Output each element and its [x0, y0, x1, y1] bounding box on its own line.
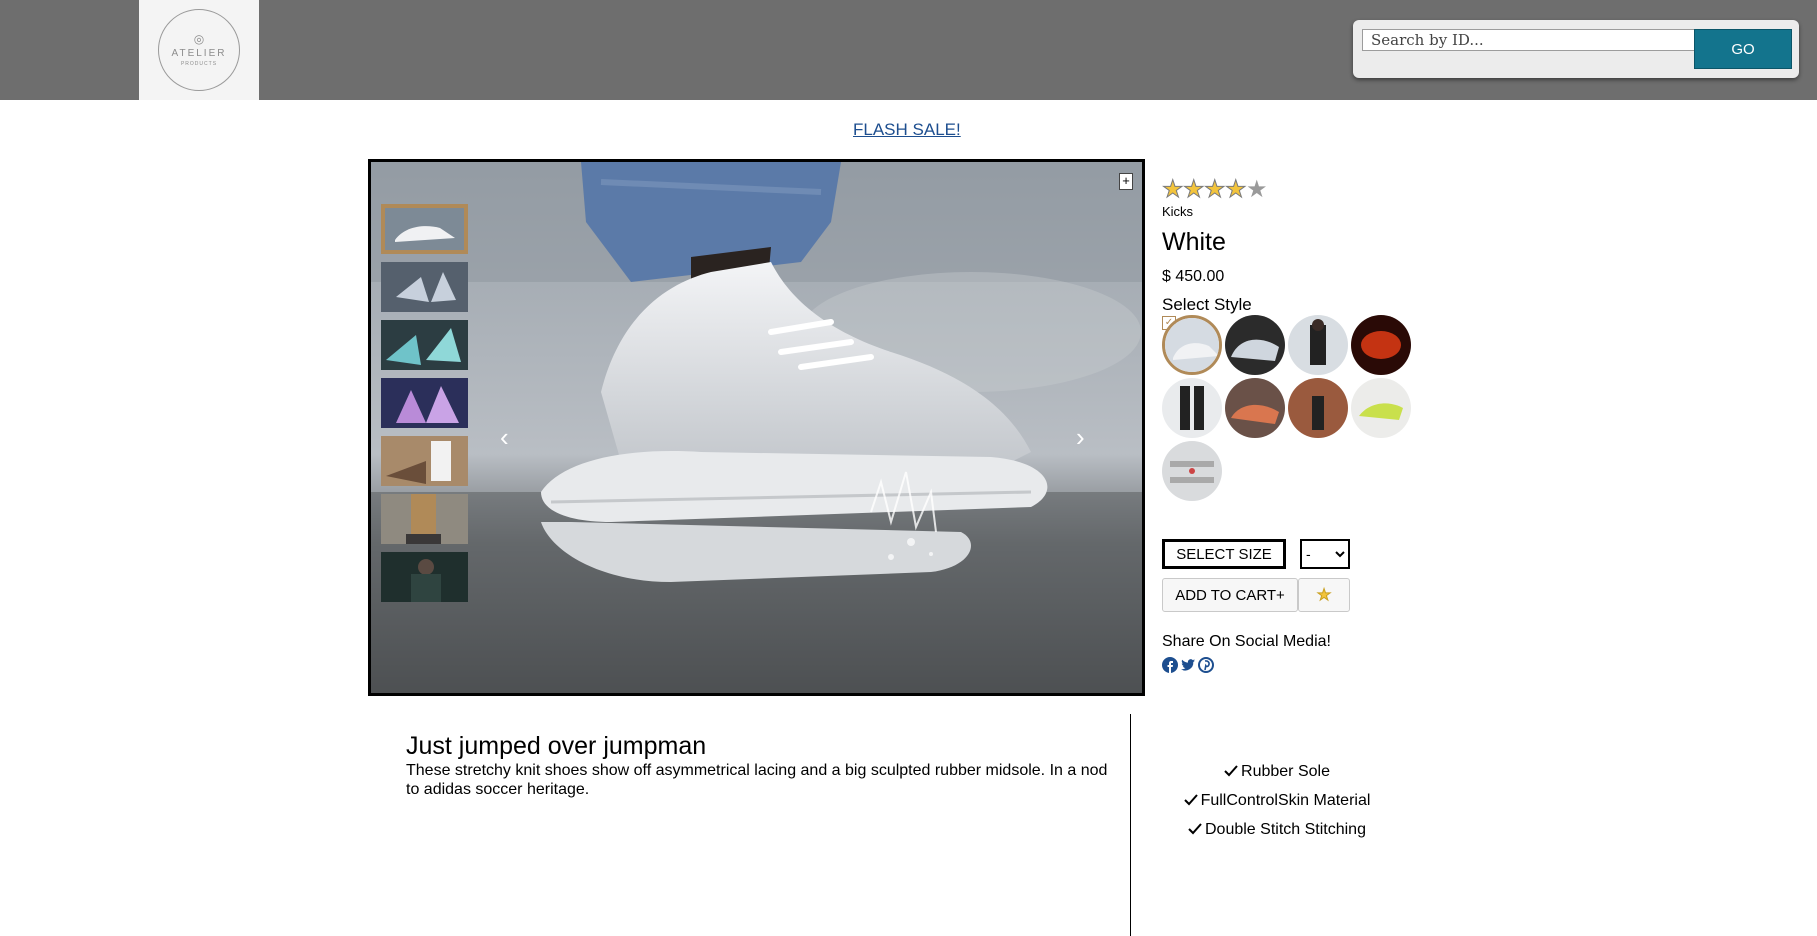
- logo-mark-icon: ◎: [193, 32, 205, 46]
- flash-sale-link[interactable]: FLASH SALE!: [853, 120, 961, 140]
- search-panel: GO: [1353, 20, 1799, 78]
- star-full-icon: ★: [1162, 176, 1185, 203]
- style-swatch-7[interactable]: [1288, 378, 1348, 438]
- star-rating: ★ ★ ★ ★ ★: [1162, 176, 1268, 203]
- select-size-button[interactable]: SELECT SIZE: [1162, 539, 1286, 569]
- next-image-arrow[interactable]: ›: [1076, 424, 1085, 450]
- thumbnail-5[interactable]: [381, 436, 468, 486]
- product-category: Kicks: [1162, 204, 1194, 219]
- pinterest-icon[interactable]: [1198, 657, 1214, 673]
- style-swatch-5[interactable]: [1162, 378, 1222, 438]
- star-full-icon: ★: [1225, 176, 1248, 203]
- thumbnail-4[interactable]: [381, 378, 468, 428]
- facebook-icon[interactable]: [1162, 657, 1178, 673]
- section-divider: [1130, 714, 1131, 936]
- feature-item: Rubber Sole: [1177, 762, 1377, 781]
- star-empty-icon: ★: [1246, 176, 1268, 203]
- thumbnail-2[interactable]: [381, 262, 468, 312]
- product-description: These stretchy knit shoes show off asymm…: [406, 762, 1108, 798]
- style-swatch-6[interactable]: [1225, 378, 1285, 438]
- product-title: White: [1162, 228, 1226, 256]
- logo-name: ATELIER: [171, 48, 227, 59]
- prev-image-arrow[interactable]: ‹: [500, 424, 509, 450]
- product-price: $ 450.00: [1162, 268, 1225, 285]
- feature-item: Double Stitch Stitching: [1177, 820, 1377, 839]
- style-swatch-4[interactable]: [1351, 315, 1411, 375]
- header-bar: ◎ ATELIER PRODUCTS GO: [0, 0, 1817, 100]
- style-swatch-3[interactable]: [1288, 315, 1348, 375]
- checkmark-icon: [1183, 794, 1198, 806]
- logo[interactable]: ◎ ATELIER PRODUCTS: [139, 0, 259, 100]
- social-links: [1162, 657, 1214, 673]
- logo-emblem: ◎ ATELIER PRODUCTS: [158, 9, 240, 91]
- favorite-button[interactable]: ★: [1298, 578, 1350, 612]
- expand-image-button[interactable]: +: [1119, 173, 1133, 190]
- add-to-cart-button[interactable]: ADD TO CART+: [1162, 578, 1298, 612]
- share-label: Share On Social Media!: [1162, 633, 1331, 650]
- feature-text: Rubber Sole: [1241, 763, 1330, 780]
- feature-text: Double Stitch Stitching: [1205, 821, 1366, 838]
- style-swatch-1[interactable]: [1162, 315, 1222, 375]
- quantity-select[interactable]: -: [1300, 539, 1350, 569]
- style-swatch-9[interactable]: [1162, 441, 1222, 501]
- thumbnail-1[interactable]: [381, 204, 468, 254]
- search-input[interactable]: [1362, 29, 1696, 51]
- thumbnail-3[interactable]: [381, 320, 468, 370]
- select-style-label: Select Style: [1162, 295, 1252, 314]
- feature-text: FullControlSkin Material: [1200, 792, 1371, 809]
- feature-item: FullControlSkin Material: [1177, 791, 1377, 810]
- star-full-icon: ★: [1204, 176, 1227, 203]
- style-swatch-8[interactable]: [1351, 378, 1411, 438]
- feature-list: Rubber Sole FullControlSkin Material Dou…: [1177, 762, 1377, 849]
- product-slogan: Just jumped over jumpman: [406, 732, 707, 760]
- image-gallery: ‹ › +: [368, 159, 1145, 696]
- star-full-icon: ★: [1183, 176, 1206, 203]
- checkmark-icon: [1188, 823, 1202, 835]
- star-icon: ★: [1316, 587, 1332, 605]
- twitter-icon[interactable]: [1180, 657, 1196, 673]
- logo-tagline: PRODUCTS: [180, 61, 218, 67]
- thumbnail-list: [381, 204, 468, 610]
- checkmark-icon: [1224, 765, 1238, 777]
- thumbnail-6[interactable]: [381, 494, 468, 544]
- main-product-image: [371, 162, 1142, 693]
- go-button[interactable]: GO: [1694, 29, 1792, 69]
- thumbnail-7[interactable]: [381, 552, 468, 602]
- style-swatch-2[interactable]: [1225, 315, 1285, 375]
